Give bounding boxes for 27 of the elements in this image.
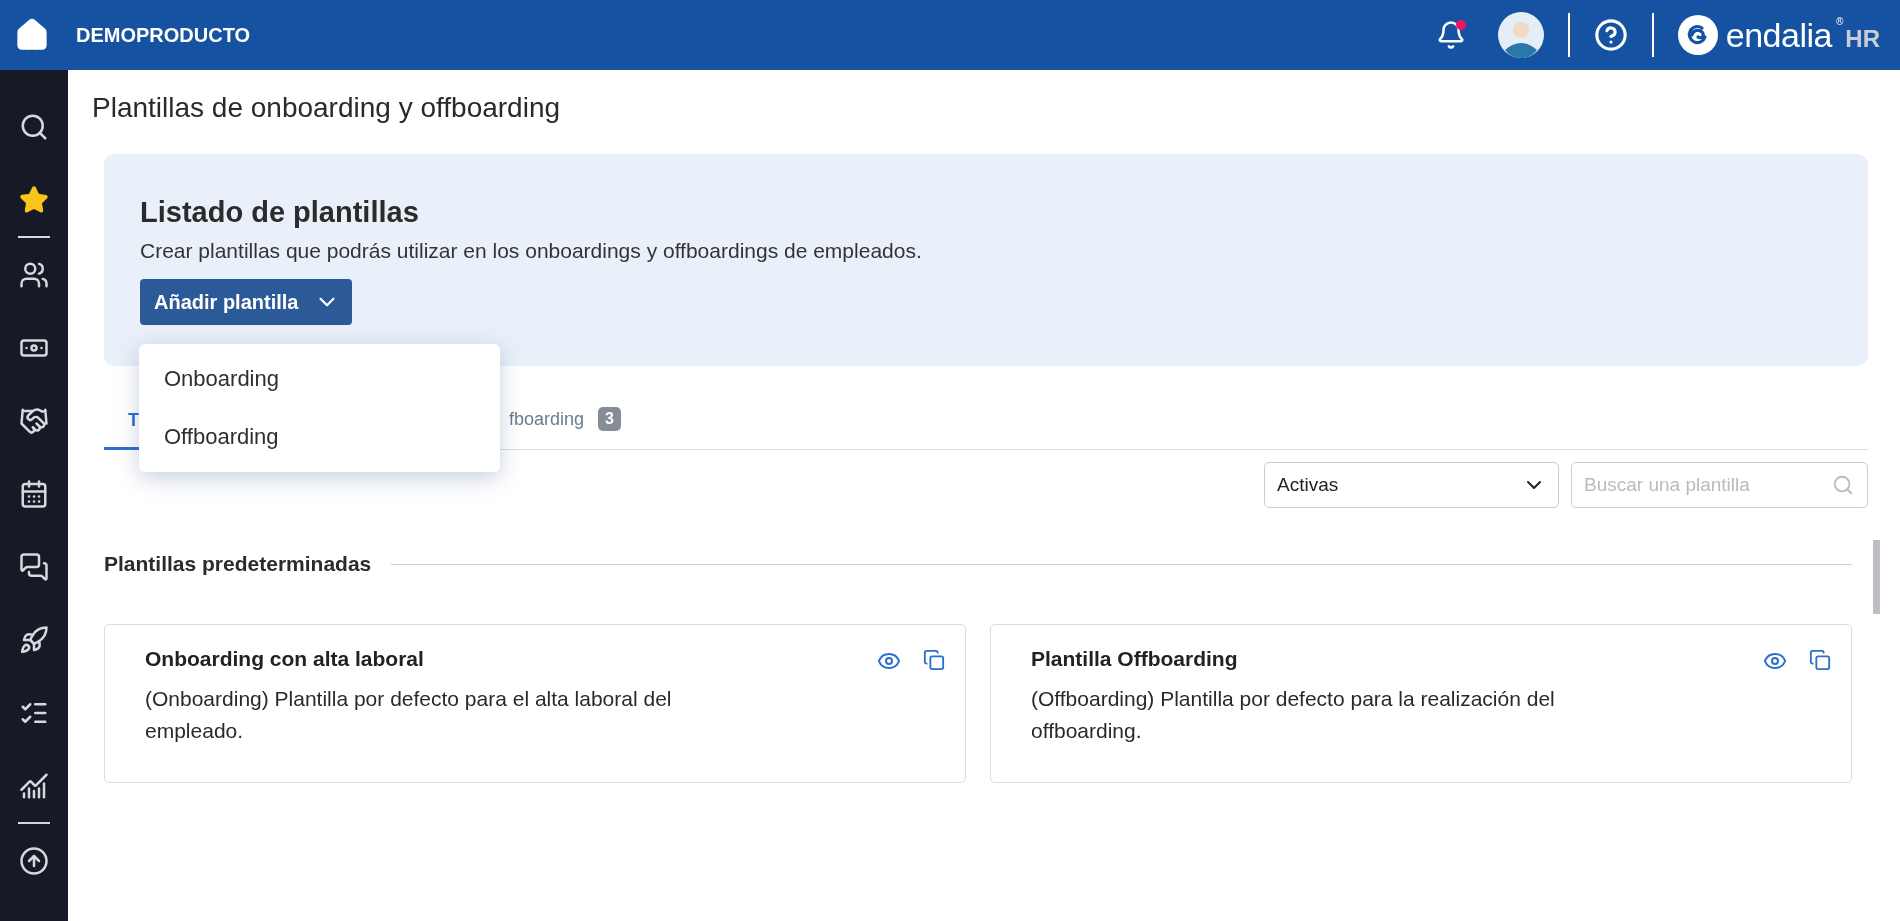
- card-description: (Offboarding) Plantilla por defecto para la realización del offboarding.: [1031, 686, 1556, 744]
- banner-description: Crear plantillas que podrás utilizar en los onboardings y offboardings de empleados.: [140, 239, 923, 263]
- section-title: Plantillas predeterminadas: [104, 552, 372, 576]
- banner-title: Listado de plantillas: [140, 196, 420, 229]
- search-icon: [1832, 474, 1854, 496]
- copy-icon[interactable]: [923, 649, 945, 671]
- menu-item[interactable]: Onboarding: [139, 350, 500, 408]
- scrollbar-thumb[interactable]: [1873, 540, 1880, 614]
- add-template-button[interactable]: Añadir plantilla: [140, 279, 353, 325]
- page-title: Plantillas de onboarding y offboarding: [92, 92, 562, 124]
- search-field[interactable]: Buscar una plantilla: [1571, 462, 1868, 508]
- tab[interactable]: fboarding 3: [509, 407, 645, 450]
- logo-suffix: HR: [1845, 25, 1880, 53]
- avatar-icon[interactable]: [1497, 12, 1544, 58]
- company-name: DEMOPRODUCTO: [76, 23, 251, 47]
- logo-icon: [1677, 15, 1718, 55]
- tab[interactable]: T: [104, 410, 163, 450]
- help-icon[interactable]: [1593, 18, 1628, 52]
- logo-name: endalia: [1725, 15, 1832, 55]
- home-icon[interactable]: [14, 17, 50, 53]
- card-title: Plantilla Offboarding: [1031, 647, 1239, 671]
- card-description: (Onboarding) Plantilla por defecto para el alta laboral del empleado.: [145, 686, 673, 744]
- copy-icon[interactable]: [1809, 649, 1831, 671]
- card-title: Onboarding con alta laboral: [145, 647, 425, 671]
- status-select[interactable]: Activas: [1264, 462, 1559, 508]
- registered-mark: ®: [1835, 15, 1844, 27]
- count-badge: 3: [598, 407, 621, 431]
